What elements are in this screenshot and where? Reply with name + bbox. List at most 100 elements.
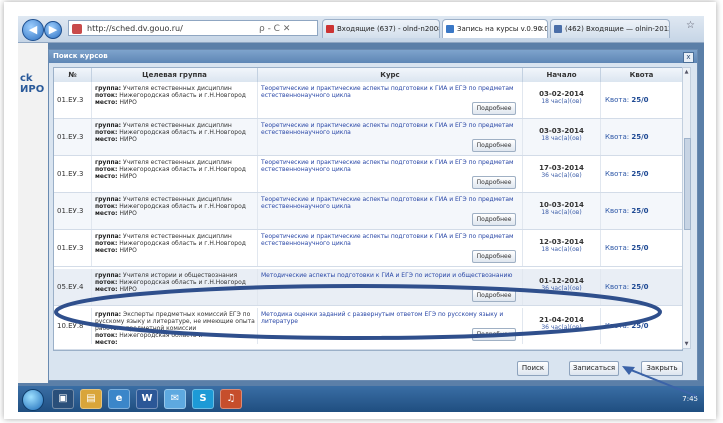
start-date: 10-03-2014	[539, 201, 584, 209]
course-link[interactable]: Методика оценки заданий с развернутым от…	[261, 311, 503, 325]
table-row[interactable]: 01.ЕУ.3 группа: Учителя естественных дис…	[54, 119, 682, 156]
quota-label: Квота:	[605, 133, 630, 141]
page-icon	[446, 25, 454, 33]
row-start: 01-12-2014 36 час(а)(ов)	[523, 269, 601, 305]
dialog-close-button[interactable]: x	[683, 52, 694, 63]
details-button[interactable]: Подробнее	[472, 102, 516, 115]
group-label: группа:	[95, 159, 122, 166]
group-value: Учителя естественных дисциплин	[123, 85, 232, 92]
row-quota: Квота: 25/0	[601, 230, 682, 266]
course-hours: 36 час(а)(ов)	[541, 172, 582, 179]
table-row[interactable]: 01.ЕУ.3 группа: Учителя естественных дис…	[54, 193, 682, 230]
tab-label: (462) Входящие — olnin-2012...	[565, 25, 670, 33]
quota-value: 25/0	[631, 244, 649, 252]
folder-icon[interactable]: ▤	[80, 389, 102, 409]
details-button[interactable]: Подробнее	[472, 250, 516, 263]
place-value: НИРО	[119, 173, 137, 180]
table-row[interactable]: 01.ЕУ.3 группа: Учителя естественных дис…	[54, 230, 682, 267]
details-button[interactable]: Подробнее	[472, 328, 516, 341]
col-group-header[interactable]: Целевая группа	[92, 68, 258, 82]
course-hours: 18 час(а)(ов)	[541, 209, 582, 216]
details-button[interactable]: Подробнее	[472, 289, 516, 302]
media-icon[interactable]: ♫	[220, 389, 242, 409]
start-date: 03-03-2014	[539, 127, 584, 135]
scroll-thumb[interactable]	[684, 138, 691, 230]
quota-label: Квота:	[605, 96, 630, 104]
course-link[interactable]: Теоретические и практические аспекты под…	[261, 85, 514, 99]
course-hours: 18 час(а)(ов)	[541, 98, 582, 105]
row-group: группа: Эксперты предметных комиссий ЕГЭ…	[92, 308, 258, 344]
chat-icon[interactable]: ✉	[164, 389, 186, 409]
start-button-icon[interactable]	[22, 389, 44, 411]
course-link[interactable]: Теоретические и практические аспекты под…	[261, 196, 514, 210]
row-number: 01.ЕУ.3	[54, 119, 92, 155]
place-value: НИРО	[119, 247, 137, 254]
scroll-up-icon[interactable]: ▲	[683, 68, 690, 76]
tab-mail-inbox[interactable]: Входящие (637) - olnd-n2008@...	[322, 19, 440, 38]
table-row[interactable]: 05.ЕУ.4 группа: Учителя истории и общест…	[54, 269, 682, 306]
course-hours: 18 час(а)(ов)	[541, 135, 582, 142]
tab-close-icon[interactable]: ✕	[538, 20, 544, 38]
stream-value: Нижегородская область и г.Н.Новгород	[119, 166, 246, 173]
dialog-title: Поиск курсов	[49, 50, 697, 63]
row-course: Теоретические и практические аспекты под…	[258, 156, 523, 192]
browser-icon[interactable]: e	[108, 389, 130, 409]
table-row[interactable]: 10.ЕУ.8 группа: Эксперты предметных коми…	[54, 308, 682, 350]
table-scrollbar[interactable]: ▲ ▼	[682, 67, 691, 349]
system-tray: 7:45	[682, 386, 698, 412]
start-date: 03-02-2014	[539, 90, 584, 98]
details-button[interactable]: Подробнее	[472, 176, 516, 189]
address-tools[interactable]: ρ - C ✕	[259, 21, 290, 37]
row-start: 03-03-2014 18 час(а)(ов)	[523, 119, 601, 155]
quota-value: 25/0	[631, 170, 649, 178]
row-group: группа: Учителя естественных дисциплин п…	[92, 82, 258, 118]
tab-label: Запись на курсы v.0.90.0 b...	[457, 25, 548, 33]
course-hours: 18 час(а)(ов)	[541, 246, 582, 253]
table-row[interactable]: 01.ЕУ.3 группа: Учителя естественных дис…	[54, 156, 682, 193]
quota-label: Квота:	[605, 170, 630, 178]
col-start-header[interactable]: Начало	[523, 68, 601, 82]
row-course: Теоретические и практические аспекты под…	[258, 119, 523, 155]
group-value: Учителя естественных дисциплин	[123, 196, 232, 203]
mail-icon	[326, 25, 334, 33]
course-link[interactable]: Методические аспекты подготовки к ГИА и …	[261, 272, 512, 279]
table-row[interactable]: 01.ЕУ.3 группа: Учителя естественных дис…	[54, 82, 682, 119]
stream-label: поток:	[95, 332, 118, 339]
favorites-star-icon[interactable]: ☆	[686, 20, 695, 31]
scroll-down-icon[interactable]: ▼	[683, 340, 690, 348]
back-button[interactable]: ◀	[22, 19, 44, 41]
group-label: группа:	[95, 233, 122, 240]
stream-value: Нижегородская область и г.Н.Новгород	[119, 129, 246, 136]
enroll-button[interactable]: Записаться	[569, 361, 619, 376]
course-link[interactable]: Теоретические и практические аспекты под…	[261, 233, 514, 247]
details-button[interactable]: Подробнее	[472, 139, 516, 152]
skype-icon[interactable]: S	[192, 389, 214, 409]
place-value: НИРО	[119, 286, 137, 293]
search-button[interactable]: Поиск	[517, 361, 549, 376]
word-icon[interactable]: W	[136, 389, 158, 409]
address-bar[interactable]: http://sched.dv.gouo.ru/ ρ - C ✕	[68, 20, 318, 36]
forward-button[interactable]: ▶	[44, 21, 62, 39]
course-search-dialog: Поиск курсов x № Целевая группа Курс Нач…	[48, 49, 698, 381]
row-number: 01.ЕУ.3	[54, 193, 92, 229]
stream-value: Нижегородская область и г.Н.Новгород	[119, 279, 246, 286]
close-button[interactable]: Закрыть	[641, 361, 683, 376]
course-link[interactable]: Теоретические и практические аспекты под…	[261, 159, 514, 173]
clock[interactable]: 7:45	[682, 395, 698, 403]
col-num-header[interactable]: №	[54, 68, 92, 82]
taskbar-app-icon[interactable]: ▣	[52, 389, 74, 409]
row-quota: Квота: 25/0	[601, 119, 682, 155]
tab-courses[interactable]: Запись на курсы v.0.90.0 b... ✕	[442, 19, 548, 38]
stream-label: поток:	[95, 203, 118, 210]
course-link[interactable]: Теоретические и практические аспекты под…	[261, 122, 514, 136]
quota-value: 25/0	[631, 96, 649, 104]
group-label: группа:	[95, 196, 122, 203]
page-background: ck ИРО	[18, 43, 48, 383]
col-course-header[interactable]: Курс	[258, 68, 523, 82]
details-button[interactable]: Подробнее	[472, 213, 516, 226]
tab-social-inbox[interactable]: (462) Входящие — olnin-2012...	[550, 19, 670, 38]
quota-value: 25/0	[631, 133, 649, 141]
quota-value: 25/0	[631, 283, 649, 291]
windows-taskbar: ▣ ▤ e W ✉ S ♫ 7:45	[18, 386, 704, 412]
col-quota-header[interactable]: Квота	[601, 68, 682, 82]
